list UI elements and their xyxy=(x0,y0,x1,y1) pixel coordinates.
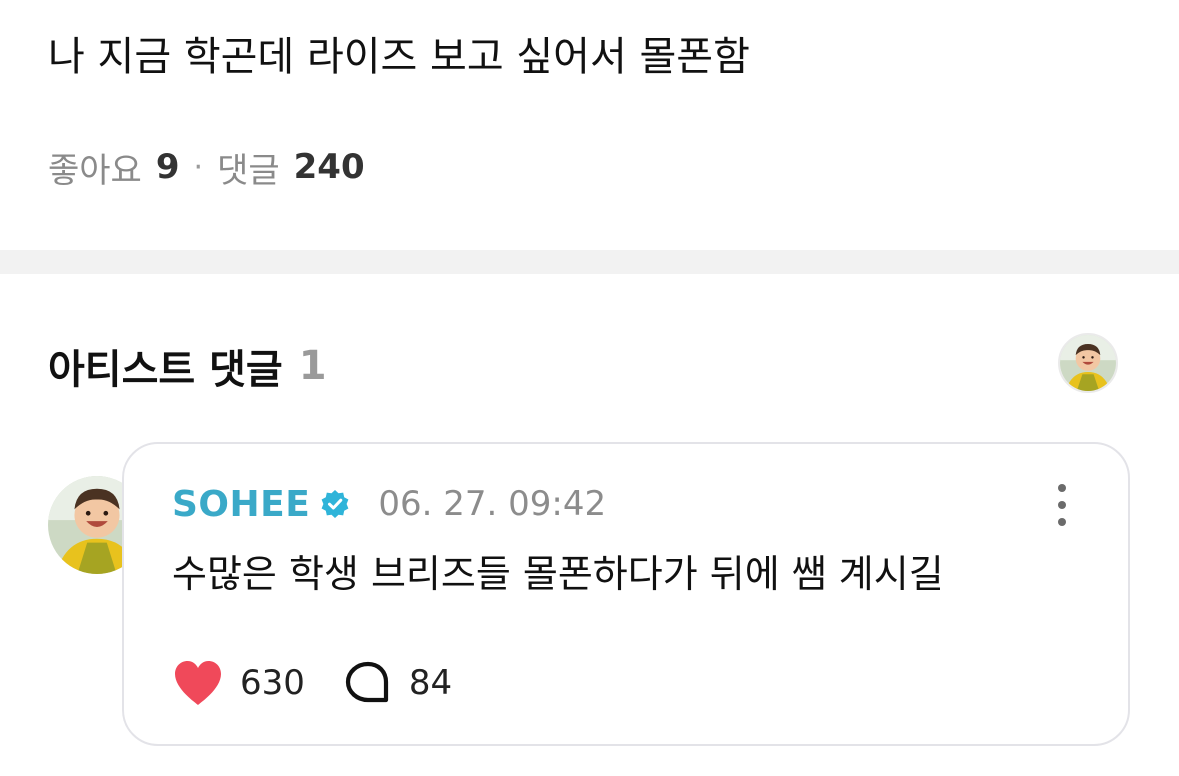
like-count: 630 xyxy=(240,663,305,703)
comment-meta: SOHEE 06. 27. 09:42 xyxy=(172,480,606,528)
artist-comments-title: 아티스트 댓글 xyxy=(48,347,283,393)
more-vertical-icon xyxy=(1058,484,1066,492)
artist-profile-avatar[interactable] xyxy=(1058,333,1118,393)
child-photo-avatar-icon xyxy=(1060,335,1116,391)
post-body-text: 나 지금 학곤데 라이즈 보고 싶어서 몰폰함 xyxy=(48,34,750,80)
like-button[interactable]: 630 xyxy=(172,659,305,707)
heart-icon xyxy=(175,661,221,705)
comment-actions: 630 84 xyxy=(172,658,452,708)
comment-timestamp: 06. 27. 09:42 xyxy=(378,484,607,524)
comment-text: 수많은 학생 브리즈들 몰폰하다가 뒤에 쌤 계시길 xyxy=(172,552,944,596)
likes-count: 9 xyxy=(155,147,180,187)
artist-comment-card: SOHEE 06. 27. 09:42 수많은 학생 브리즈들 몰폰하다가 뒤에… xyxy=(122,442,1130,746)
comments-label: 댓글 xyxy=(217,150,280,191)
verified-badge-icon xyxy=(321,490,349,518)
comment-author-name[interactable]: SOHEE xyxy=(172,484,310,525)
artist-comments-header: 아티스트 댓글 1 xyxy=(48,336,327,396)
likes-label: 좋아요 xyxy=(48,150,142,191)
section-divider xyxy=(0,250,1179,274)
more-vertical-icon-dot xyxy=(1058,501,1066,509)
reply-count: 84 xyxy=(408,663,453,703)
post-detail-page: 나 지금 학곤데 라이즈 보고 싶어서 몰폰함 좋아요 9 · 댓글 240 아… xyxy=(0,0,1179,776)
reply-button[interactable]: 84 xyxy=(343,660,452,706)
stats-separator: · xyxy=(193,149,204,185)
artist-comments-count: 1 xyxy=(298,343,327,389)
post-stats: 좋아요 9 · 댓글 240 xyxy=(48,144,365,191)
speech-bubble-icon xyxy=(345,661,389,703)
more-vertical-icon-dot xyxy=(1058,518,1066,526)
more-options-button[interactable] xyxy=(1052,484,1072,526)
comments-count: 240 xyxy=(293,147,365,187)
